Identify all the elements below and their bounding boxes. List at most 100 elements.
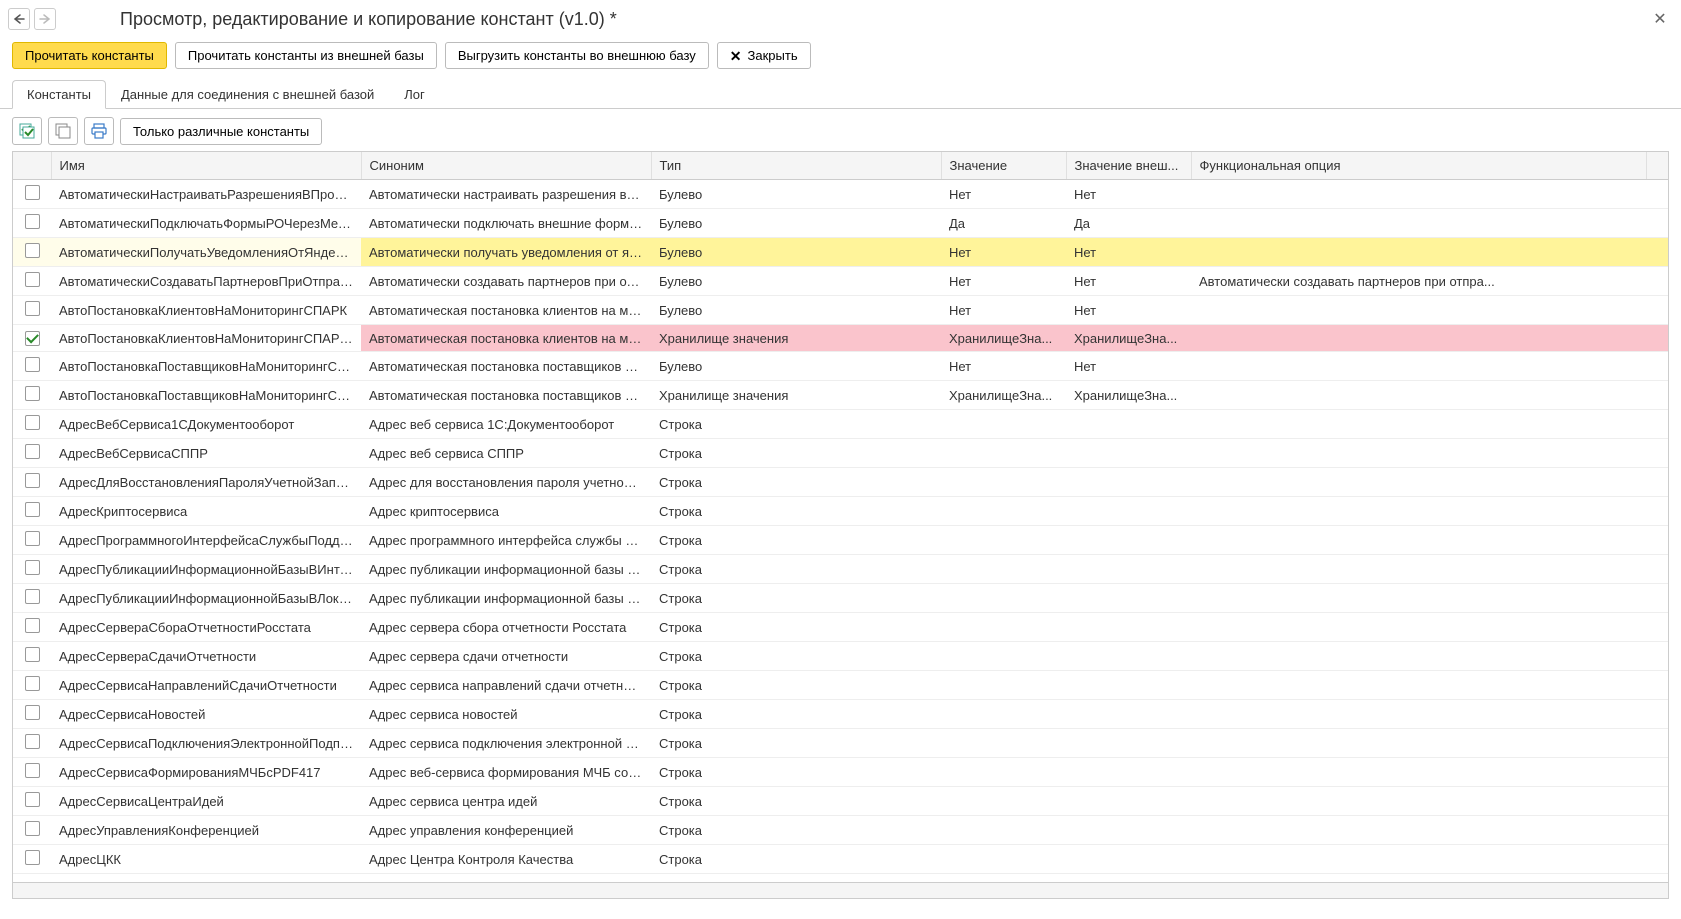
table-row[interactable]: АдресПрограммногоИнтерфейсаСлужбыПоддер.… [13, 526, 1668, 555]
cell-value_ext[interactable] [1066, 758, 1191, 787]
cell-value[interactable]: Нет [941, 267, 1066, 296]
cell-value[interactable] [941, 700, 1066, 729]
table-row[interactable]: АдресСервисаНовостейАдрес сервиса новост… [13, 700, 1668, 729]
cell-type[interactable]: Строка [651, 671, 941, 700]
cell-value[interactable] [941, 845, 1066, 874]
export-external-button[interactable]: Выгрузить константы во внешнюю базу [445, 42, 709, 69]
horizontal-scrollbar[interactable] [12, 883, 1669, 899]
cell-func_opt[interactable] [1191, 439, 1646, 468]
row-checkbox[interactable] [25, 647, 40, 662]
cell-value[interactable] [941, 468, 1066, 497]
cell-value_ext[interactable] [1066, 700, 1191, 729]
cell-value_ext[interactable]: Нет [1066, 180, 1191, 209]
cell-name[interactable]: АдресЦКК [51, 845, 361, 874]
cell-func_opt[interactable] [1191, 787, 1646, 816]
row-checkbox[interactable] [25, 331, 40, 346]
cell-value[interactable]: Нет [941, 352, 1066, 381]
cell-func_opt[interactable] [1191, 671, 1646, 700]
cell-synonym[interactable]: Автоматически настраивать разрешения в п… [361, 180, 651, 209]
cell-func_opt[interactable] [1191, 296, 1646, 325]
cell-value[interactable]: Нет [941, 238, 1066, 267]
cell-value[interactable] [941, 729, 1066, 758]
cell-value_ext[interactable] [1066, 816, 1191, 845]
cell-value[interactable] [941, 497, 1066, 526]
column-header-func-opt[interactable]: Функциональная опция [1191, 152, 1646, 180]
cell-synonym[interactable]: Автоматически подключать внешние формы р… [361, 209, 651, 238]
cell-value[interactable] [941, 671, 1066, 700]
cell-value_ext[interactable]: Нет [1066, 267, 1191, 296]
constants-table-wrap[interactable]: Имя Синоним Тип Значение Значение внеш..… [12, 151, 1669, 883]
cell-synonym[interactable]: Адрес программного интерфейса службы под… [361, 526, 651, 555]
table-row[interactable]: АдресВебСервиса1СДокументооборотАдрес ве… [13, 410, 1668, 439]
cell-name[interactable]: АвтоматическиПолучатьУведомленияОтЯндекс… [51, 238, 361, 267]
cell-name[interactable]: АдресСервисаНаправленийСдачиОтчетности [51, 671, 361, 700]
row-checkbox[interactable] [25, 301, 40, 316]
cell-value_ext[interactable] [1066, 526, 1191, 555]
table-row[interactable]: АдресСервераСдачиОтчетностиАдрес сервера… [13, 642, 1668, 671]
cell-name[interactable]: АдресСервисаЦентраИдей [51, 787, 361, 816]
cell-value[interactable] [941, 555, 1066, 584]
cell-synonym[interactable]: Адрес сервиса подключения электронной по… [361, 729, 651, 758]
cell-synonym[interactable]: Адрес криптосервиса [361, 497, 651, 526]
read-constants-button[interactable]: Прочитать константы [12, 42, 167, 69]
table-row[interactable]: АдресСервисаНаправленийСдачиОтчетностиАд… [13, 671, 1668, 700]
cell-synonym[interactable]: Автоматическая постановка клиентов на мо… [361, 296, 651, 325]
row-checkbox[interactable] [25, 850, 40, 865]
cell-synonym[interactable]: Адрес сервиса новостей [361, 700, 651, 729]
cell-name[interactable]: АвтоПостановкаПоставщиковНаМониторингСПА… [51, 381, 361, 410]
cell-synonym[interactable]: Адрес публикации информационной базы в и… [361, 555, 651, 584]
cell-type[interactable]: Строка [651, 642, 941, 671]
cell-func_opt[interactable] [1191, 238, 1646, 267]
table-row[interactable]: АдресКриптосервисаАдрес криптосервисаСтр… [13, 497, 1668, 526]
row-checkbox[interactable] [25, 357, 40, 372]
read-external-button[interactable]: Прочитать константы из внешней базы [175, 42, 437, 69]
cell-type[interactable]: Строка [651, 410, 941, 439]
cell-type[interactable]: Строка [651, 700, 941, 729]
cell-synonym[interactable]: Автоматическая постановка клиентов на мо… [361, 325, 651, 352]
cell-name[interactable]: АдресСервисаФормированияМЧБсPDF417 [51, 758, 361, 787]
cell-synonym[interactable]: Адрес публикации информационной базы в л… [361, 584, 651, 613]
row-checkbox[interactable] [25, 676, 40, 691]
cell-func_opt[interactable] [1191, 845, 1646, 874]
table-row[interactable]: АвтоматическиСоздаватьПартнеровПриОтправ… [13, 267, 1668, 296]
cell-name[interactable]: АдресКриптосервиса [51, 497, 361, 526]
cell-func_opt[interactable] [1191, 468, 1646, 497]
cell-name[interactable]: АвтоПостановкаКлиентовНаМониторингСПАРКН… [51, 325, 361, 352]
row-checkbox[interactable] [25, 214, 40, 229]
cell-func_opt[interactable] [1191, 381, 1646, 410]
row-checkbox[interactable] [25, 272, 40, 287]
cell-value_ext[interactable] [1066, 584, 1191, 613]
cell-type[interactable]: Строка [651, 584, 941, 613]
cell-type[interactable]: Булево [651, 238, 941, 267]
cell-synonym[interactable]: Автоматическая постановка поставщиков на… [361, 352, 651, 381]
row-checkbox[interactable] [25, 386, 40, 401]
cell-name[interactable]: АдресВебСервисаСППР [51, 439, 361, 468]
cell-value[interactable]: ХранилищеЗна... [941, 325, 1066, 352]
cell-func_opt[interactable] [1191, 497, 1646, 526]
cell-type[interactable]: Строка [651, 758, 941, 787]
cell-func_opt[interactable] [1191, 584, 1646, 613]
cell-type[interactable]: Булево [651, 209, 941, 238]
cell-func_opt[interactable] [1191, 613, 1646, 642]
row-checkbox[interactable] [25, 763, 40, 778]
cell-type[interactable]: Строка [651, 845, 941, 874]
cell-type[interactable]: Хранилище значения [651, 381, 941, 410]
cell-value_ext[interactable] [1066, 497, 1191, 526]
cell-type[interactable]: Строка [651, 816, 941, 845]
close-window-button[interactable]: ✕ [1651, 10, 1669, 28]
cell-value_ext[interactable] [1066, 555, 1191, 584]
cell-value_ext[interactable] [1066, 410, 1191, 439]
cell-func_opt[interactable] [1191, 758, 1646, 787]
cell-value_ext[interactable] [1066, 845, 1191, 874]
cell-synonym[interactable]: Адрес сервера сбора отчетности Росстата [361, 613, 651, 642]
cell-name[interactable]: АдресВебСервиса1СДокументооборот [51, 410, 361, 439]
cell-func_opt[interactable] [1191, 352, 1646, 381]
row-checkbox[interactable] [25, 444, 40, 459]
cell-name[interactable]: АдресУправленияКонференцией [51, 816, 361, 845]
table-row[interactable]: АдресСервераСбораОтчетностиРосстатаАдрес… [13, 613, 1668, 642]
tab-constants[interactable]: Константы [12, 80, 106, 109]
table-row[interactable]: АдресЦККАдрес Центра Контроля КачестваСт… [13, 845, 1668, 874]
table-row[interactable]: АдресВебСервисаСППРАдрес веб сервиса СПП… [13, 439, 1668, 468]
row-checkbox[interactable] [25, 502, 40, 517]
cell-synonym[interactable]: Адрес для восстановления пароля учетной … [361, 468, 651, 497]
